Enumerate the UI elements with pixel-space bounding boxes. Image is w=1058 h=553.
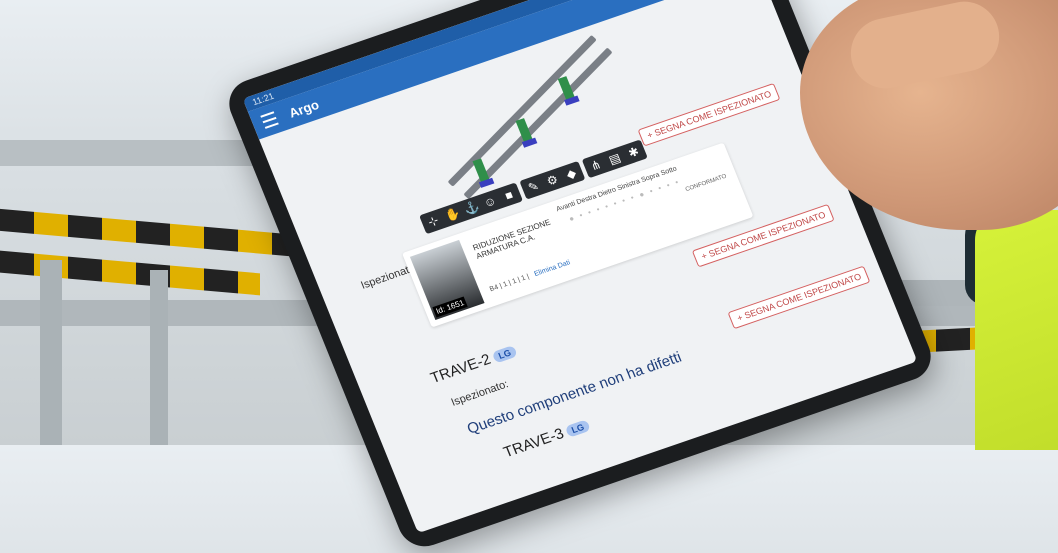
- mark-inspected-button[interactable]: + SEGNA COME ISPEZIONATO: [727, 265, 871, 330]
- railing-post: [150, 270, 168, 445]
- hierarchy-icon[interactable]: ⋔: [587, 157, 605, 175]
- gear-add-icon[interactable]: ⚙: [543, 172, 561, 190]
- component-name: TRAVE-3: [501, 425, 567, 462]
- defect-name: RIDUZIONE SEZIONE ARMATURA C.A.: [471, 217, 552, 261]
- app-title: Argo: [286, 96, 321, 121]
- lg-badge[interactable]: LG: [564, 419, 591, 438]
- hazard-stripe: [0, 250, 260, 296]
- defect-codes: B4 | 1 | 1 | 1 |Elimina Dati: [489, 259, 572, 293]
- anchor-icon[interactable]: ⚓: [462, 199, 481, 217]
- settings-icon[interactable]: ✱: [624, 144, 642, 162]
- axis-icon[interactable]: ⊹: [424, 213, 442, 231]
- hamburger-icon[interactable]: [260, 111, 279, 129]
- safety-vest: [975, 210, 1058, 450]
- lg-badge[interactable]: LG: [491, 345, 518, 364]
- defect-link[interactable]: Elimina Dati: [533, 259, 571, 278]
- pencil-icon[interactable]: ✎: [524, 178, 542, 196]
- defect-status: CONFORMATO: [684, 173, 728, 194]
- mark-inspected-label: SEGNA COME ISPEZIONATO: [742, 271, 863, 321]
- hand-icon[interactable]: ✋: [443, 206, 462, 224]
- component-name: TRAVE-2: [428, 350, 494, 387]
- camera-icon[interactable]: ■: [500, 186, 518, 204]
- hazard-stripe: [0, 208, 300, 258]
- defect-code-values: B4 | 1 | 1 | 1 |: [488, 273, 531, 294]
- person-icon[interactable]: ☺: [481, 193, 499, 211]
- railing-post: [40, 260, 62, 445]
- layers-icon[interactable]: ▤: [606, 150, 624, 168]
- cube-icon[interactable]: ◆: [562, 165, 580, 183]
- inspected-label: Ispezionato:: [449, 378, 511, 409]
- component-title: TRAVE-3 LG: [501, 417, 591, 462]
